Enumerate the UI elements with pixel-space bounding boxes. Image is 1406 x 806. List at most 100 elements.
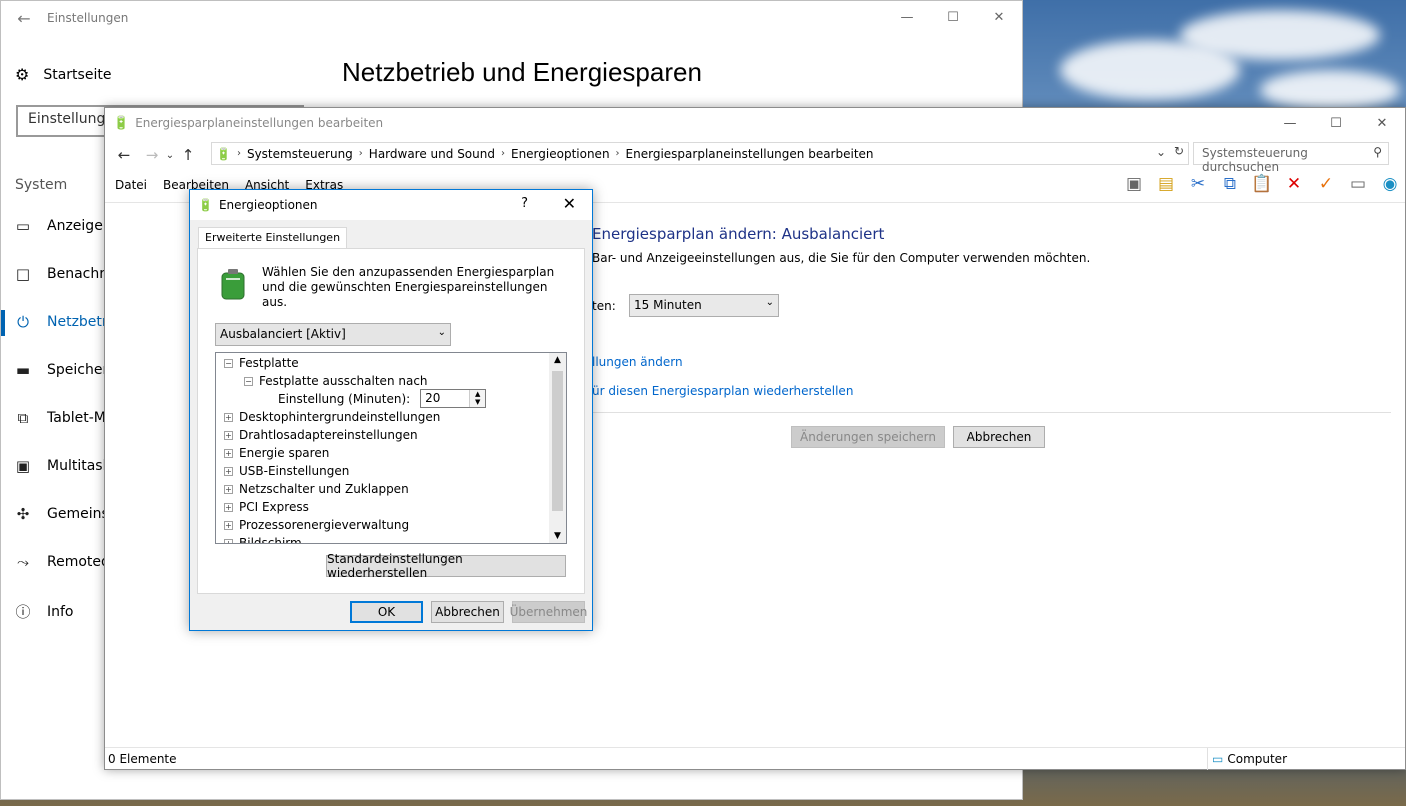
power-plan-select[interactable]: Ausbalanciert [Aktiv] ⌄ — [215, 323, 451, 346]
address-bar[interactable]: 🔋 › Systemsteuerung › Hardware und Sound… — [211, 142, 1189, 165]
expand-icon[interactable]: + — [224, 448, 233, 458]
tree-node[interactable]: + Energie sparen — [224, 446, 329, 460]
nav-label: Netzbetri — [47, 314, 112, 330]
settings-titlebar: ← Einstellungen — [1, 1, 1022, 35]
storage-icon: ▬ — [15, 361, 31, 379]
minimize-icon[interactable]: — — [1267, 108, 1313, 138]
gear-icon: ⚙ — [15, 65, 30, 84]
settings-window-controls: — ☐ ✕ — [884, 1, 1022, 33]
properties-icon[interactable]: ▤ — [1155, 174, 1177, 194]
save-changes-button[interactable]: Änderungen speichern — [791, 426, 945, 448]
up-icon[interactable]: ↑ — [177, 146, 199, 164]
breadcrumb-item[interactable]: Systemsteuerung — [247, 147, 353, 161]
dialog-intro-text: Wählen Sie den anzupassenden Energiespar… — [262, 265, 555, 309]
close-icon[interactable]: ✕ — [976, 1, 1022, 33]
back-arrow-icon[interactable]: ← — [1, 9, 47, 28]
menu-file[interactable]: Datei — [115, 178, 147, 192]
tree-node[interactable]: + Drahtlosadaptereinstellungen — [224, 428, 418, 442]
tree-node[interactable]: + Netzschalter und Zuklappen — [224, 482, 409, 496]
expand-icon[interactable]: + — [224, 430, 233, 440]
nav-label: Tablet-M — [47, 410, 106, 426]
nav-item-storage[interactable]: ▬ Speicher — [15, 361, 108, 379]
refresh-icon[interactable]: ↻ — [1174, 144, 1184, 158]
tree-label: Drahtlosadaptereinstellungen — [239, 428, 418, 442]
address-row: ← → ⌄ ↑ 🔋 › Systemsteuerung › Hardware u… — [105, 142, 1405, 174]
tree-node[interactable]: + Bildschirm — [224, 536, 302, 543]
rename-icon[interactable]: ▭ — [1347, 174, 1369, 194]
breadcrumb-item[interactable]: Hardware und Sound — [369, 147, 495, 161]
paste-icon[interactable]: 📋 — [1251, 174, 1273, 194]
checkmark-icon[interactable]: ✓ — [1315, 174, 1337, 194]
expand-icon[interactable]: + — [224, 484, 233, 494]
tab-advanced-settings[interactable]: Erweiterte Einstellungen — [198, 227, 348, 249]
cancel-button[interactable]: Abbrechen — [953, 426, 1045, 448]
expand-icon[interactable]: + — [224, 412, 233, 422]
back-icon[interactable]: ← — [113, 146, 135, 164]
power-options-dialog: 🔋 Energieoptionen ? ✕ Erweiterte Einstel… — [189, 189, 593, 631]
shell-icon[interactable]: ◉ — [1379, 174, 1401, 194]
expand-icon[interactable]: + — [224, 520, 233, 530]
restore-defaults-button[interactable]: Standardeinstellungen wiederherstellen — [326, 552, 566, 580]
close-icon[interactable]: ✕ — [563, 194, 576, 213]
recent-dropdown-icon[interactable]: ⌄ — [163, 150, 177, 161]
nav-label: Multitask — [47, 458, 111, 474]
nav-item-notifications[interactable]: □ Benachri — [15, 265, 109, 283]
scroll-up-icon[interactable]: ▲ — [549, 355, 566, 365]
display-off-select[interactable]: 15 Minuten ⌄ — [629, 294, 779, 317]
nav-label: Anzeige — [47, 218, 103, 234]
expand-icon[interactable]: + — [224, 538, 233, 543]
tree-node[interactable]: + Desktophintergrundeinstellungen — [224, 410, 440, 424]
tree-node[interactable]: + USB-Einstellungen — [224, 464, 349, 478]
tree-scrollbar[interactable]: ▲ ▼ — [549, 353, 566, 543]
nav-item-shared[interactable]: ✣ Gemeins — [15, 505, 109, 523]
maximize-icon[interactable]: ☐ — [930, 1, 976, 33]
spin-arrows-icon[interactable]: ▲ ▼ — [469, 390, 486, 407]
cancel-button[interactable]: Abbrechen — [431, 601, 504, 623]
power-icon: ⏻ — [17, 313, 29, 331]
restore-defaults-link[interactable]: ür diesen Energiesparplan wiederherstell… — [592, 384, 853, 398]
nav-item-power[interactable]: ⏻ Netzbetri — [15, 313, 112, 331]
minimize-icon[interactable]: — — [884, 1, 930, 33]
nav-item-remote[interactable]: ⤳ Remoted — [15, 553, 110, 571]
expand-icon[interactable]: + — [224, 466, 233, 476]
chevron-down-icon: ⌄ — [437, 327, 446, 338]
plan-heading: Energiesparplan ändern: Ausbalanciert — [592, 225, 885, 243]
tree-node[interactable]: − Festplatte — [224, 356, 299, 370]
layout-icon[interactable]: ▣ — [1123, 174, 1145, 194]
control-panel-icon: 🔋 — [216, 146, 231, 161]
collapse-icon[interactable]: − — [244, 376, 253, 386]
nav-item-tablet[interactable]: ⧉ Tablet-M — [15, 409, 106, 427]
advanced-settings-link[interactable]: llungen ändern — [592, 355, 683, 369]
tree-node[interactable]: + Prozessorenergieverwaltung — [224, 518, 409, 532]
breadcrumb-item[interactable]: Energieoptionen — [511, 147, 610, 161]
breadcrumb-item[interactable]: Energiesparplaneinstellungen bearbeiten — [626, 147, 874, 161]
nav-item-multitasking[interactable]: ▣ Multitask — [15, 457, 111, 475]
scrollbar-thumb[interactable] — [552, 371, 563, 511]
copy-icon[interactable]: ⧉ — [1219, 174, 1241, 194]
apply-button[interactable]: Übernehmen — [510, 601, 587, 623]
forward-icon[interactable]: → — [141, 146, 163, 164]
chevron-down-icon[interactable]: ⌄ — [1156, 145, 1166, 159]
tree-label: Energie sparen — [239, 446, 330, 460]
status-location: ▭ Computer — [1207, 748, 1287, 770]
delete-icon[interactable]: ✕ — [1283, 174, 1305, 194]
cut-icon[interactable]: ✂ — [1187, 174, 1209, 194]
help-icon[interactable]: ? — [521, 196, 528, 211]
minutes-stepper[interactable]: 20 ▲ ▼ — [420, 389, 487, 408]
cpl-search-input[interactable]: Systemsteuerung durchsuchen ⚲ — [1193, 142, 1389, 174]
settings-tree[interactable]: − Festplatte − Festplatte ausschalten na… — [215, 352, 567, 544]
collapse-icon[interactable]: − — [224, 358, 233, 368]
home-link[interactable]: ⚙ Startseite — [15, 65, 111, 84]
nav-item-info[interactable]: ⓘ Info — [15, 601, 73, 622]
minutes-value[interactable]: 20 — [421, 390, 470, 407]
ok-button[interactable]: OK — [350, 601, 423, 623]
maximize-icon[interactable]: ☐ — [1313, 108, 1359, 138]
tree-node[interactable]: − Festplatte ausschalten nach — [244, 374, 428, 388]
tree-node[interactable]: + PCI Express — [224, 500, 309, 514]
close-icon[interactable]: ✕ — [1359, 108, 1405, 138]
chevron-right-icon: › — [358, 148, 363, 159]
expand-icon[interactable]: + — [224, 502, 233, 512]
dialog-title: Energieoptionen — [218, 198, 318, 212]
scroll-down-icon[interactable]: ▼ — [549, 531, 566, 541]
nav-item-display[interactable]: ▭ Anzeige — [15, 217, 103, 235]
